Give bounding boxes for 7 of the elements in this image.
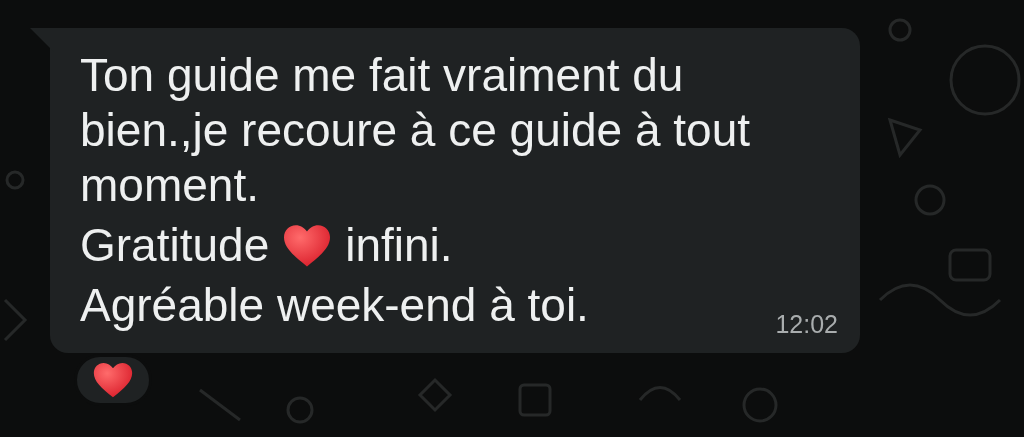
message-text: Ton guide me fait vraiment du bien.,je recoure à ce guide à tout moment. <box>80 48 751 213</box>
heart-icon <box>93 362 133 398</box>
message-text: Gratitude <box>80 218 270 273</box>
message-time: 12:02 <box>775 312 838 337</box>
message-text: Agréable week-end à toi. <box>80 278 590 333</box>
heart-icon <box>283 223 332 268</box>
message-text: infini. <box>345 218 453 273</box>
